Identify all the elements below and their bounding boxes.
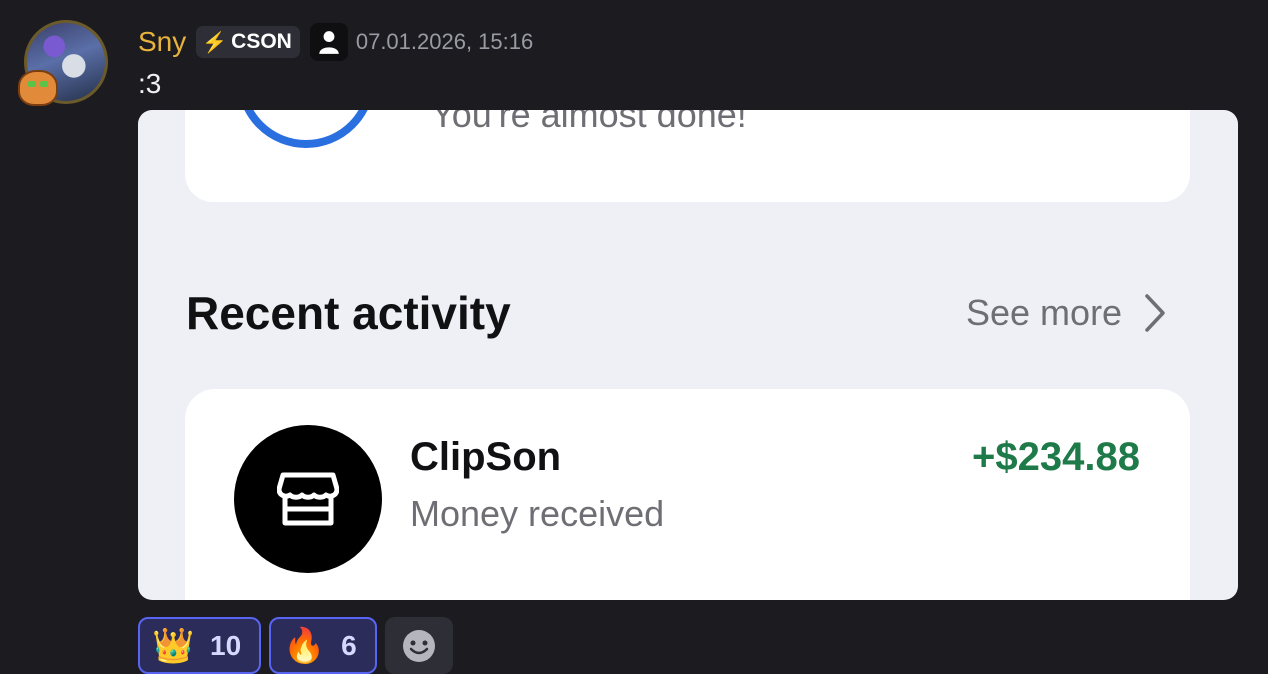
- reaction-fire[interactable]: 🔥 6: [269, 617, 377, 674]
- bolt-icon: ⚡: [202, 31, 228, 54]
- section-title: Recent activity: [186, 287, 511, 339]
- progress-card: You're almost done!: [185, 110, 1190, 202]
- message-text: :3: [138, 68, 162, 99]
- see-more-label: See more: [966, 292, 1123, 333]
- image-attachment[interactable]: You're almost done! Recent activity See …: [138, 110, 1238, 600]
- progress-card-text: You're almost done!: [431, 110, 747, 135]
- activity-card: ClipSon Money received +$234.88: [185, 389, 1190, 600]
- server-tag-badge[interactable]: ⚡ CSON: [196, 26, 300, 58]
- activity-type: Money received: [410, 493, 665, 534]
- avatar-decoration-cat: [18, 70, 58, 106]
- person-icon[interactable]: [309, 23, 348, 61]
- reactions-bar: 👑 10 🔥 6: [138, 617, 453, 674]
- message-header: Sny ⚡ CSON 07.01.2026, 15:16: [138, 23, 534, 61]
- fire-icon: 🔥: [283, 625, 326, 666]
- smiley-icon: [402, 629, 435, 662]
- reaction-count: 10: [210, 629, 242, 661]
- reaction-crown[interactable]: 👑 10: [138, 617, 262, 674]
- server-tag-label: CSON: [231, 30, 292, 53]
- progress-ring: [237, 110, 375, 148]
- message-timestamp: 07.01.2026, 15:16: [355, 29, 534, 54]
- see-more-link: See more: [966, 292, 1166, 334]
- crown-icon: 👑: [152, 625, 195, 666]
- merchant-name: ClipSon: [410, 435, 562, 479]
- chevron-right-icon: [1145, 294, 1165, 332]
- reaction-count: 6: [341, 629, 357, 661]
- chat-message: Sny ⚡ CSON 07.01.2026, 15:16 :3 You're a…: [0, 0, 1268, 674]
- username[interactable]: Sny: [138, 26, 186, 58]
- storefront-icon: [234, 425, 382, 573]
- activity-amount: +$234.88: [972, 435, 1140, 479]
- add-reaction-button[interactable]: [384, 617, 453, 674]
